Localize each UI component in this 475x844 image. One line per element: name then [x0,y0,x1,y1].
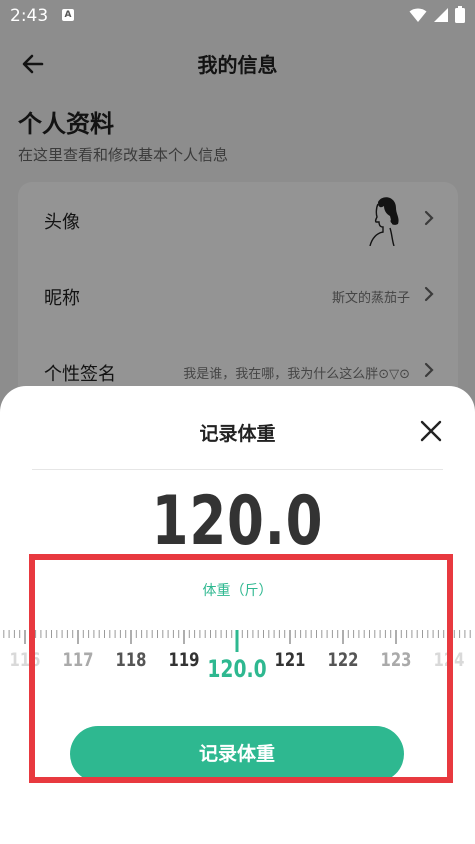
status-time: 2:43 [10,6,49,26]
status-bar: 2:43 A [0,0,475,32]
signal-icon [434,7,448,22]
divider [32,469,443,470]
sheet-title: 记录体重 [199,423,276,445]
battery-icon [455,6,465,23]
highlight-box [29,554,453,783]
system-icons [409,6,465,23]
close-icon[interactable] [419,419,443,443]
wifi-icon [409,8,427,22]
notification-icon: A [62,9,74,21]
current-weight-display: 120.0 [151,482,324,561]
